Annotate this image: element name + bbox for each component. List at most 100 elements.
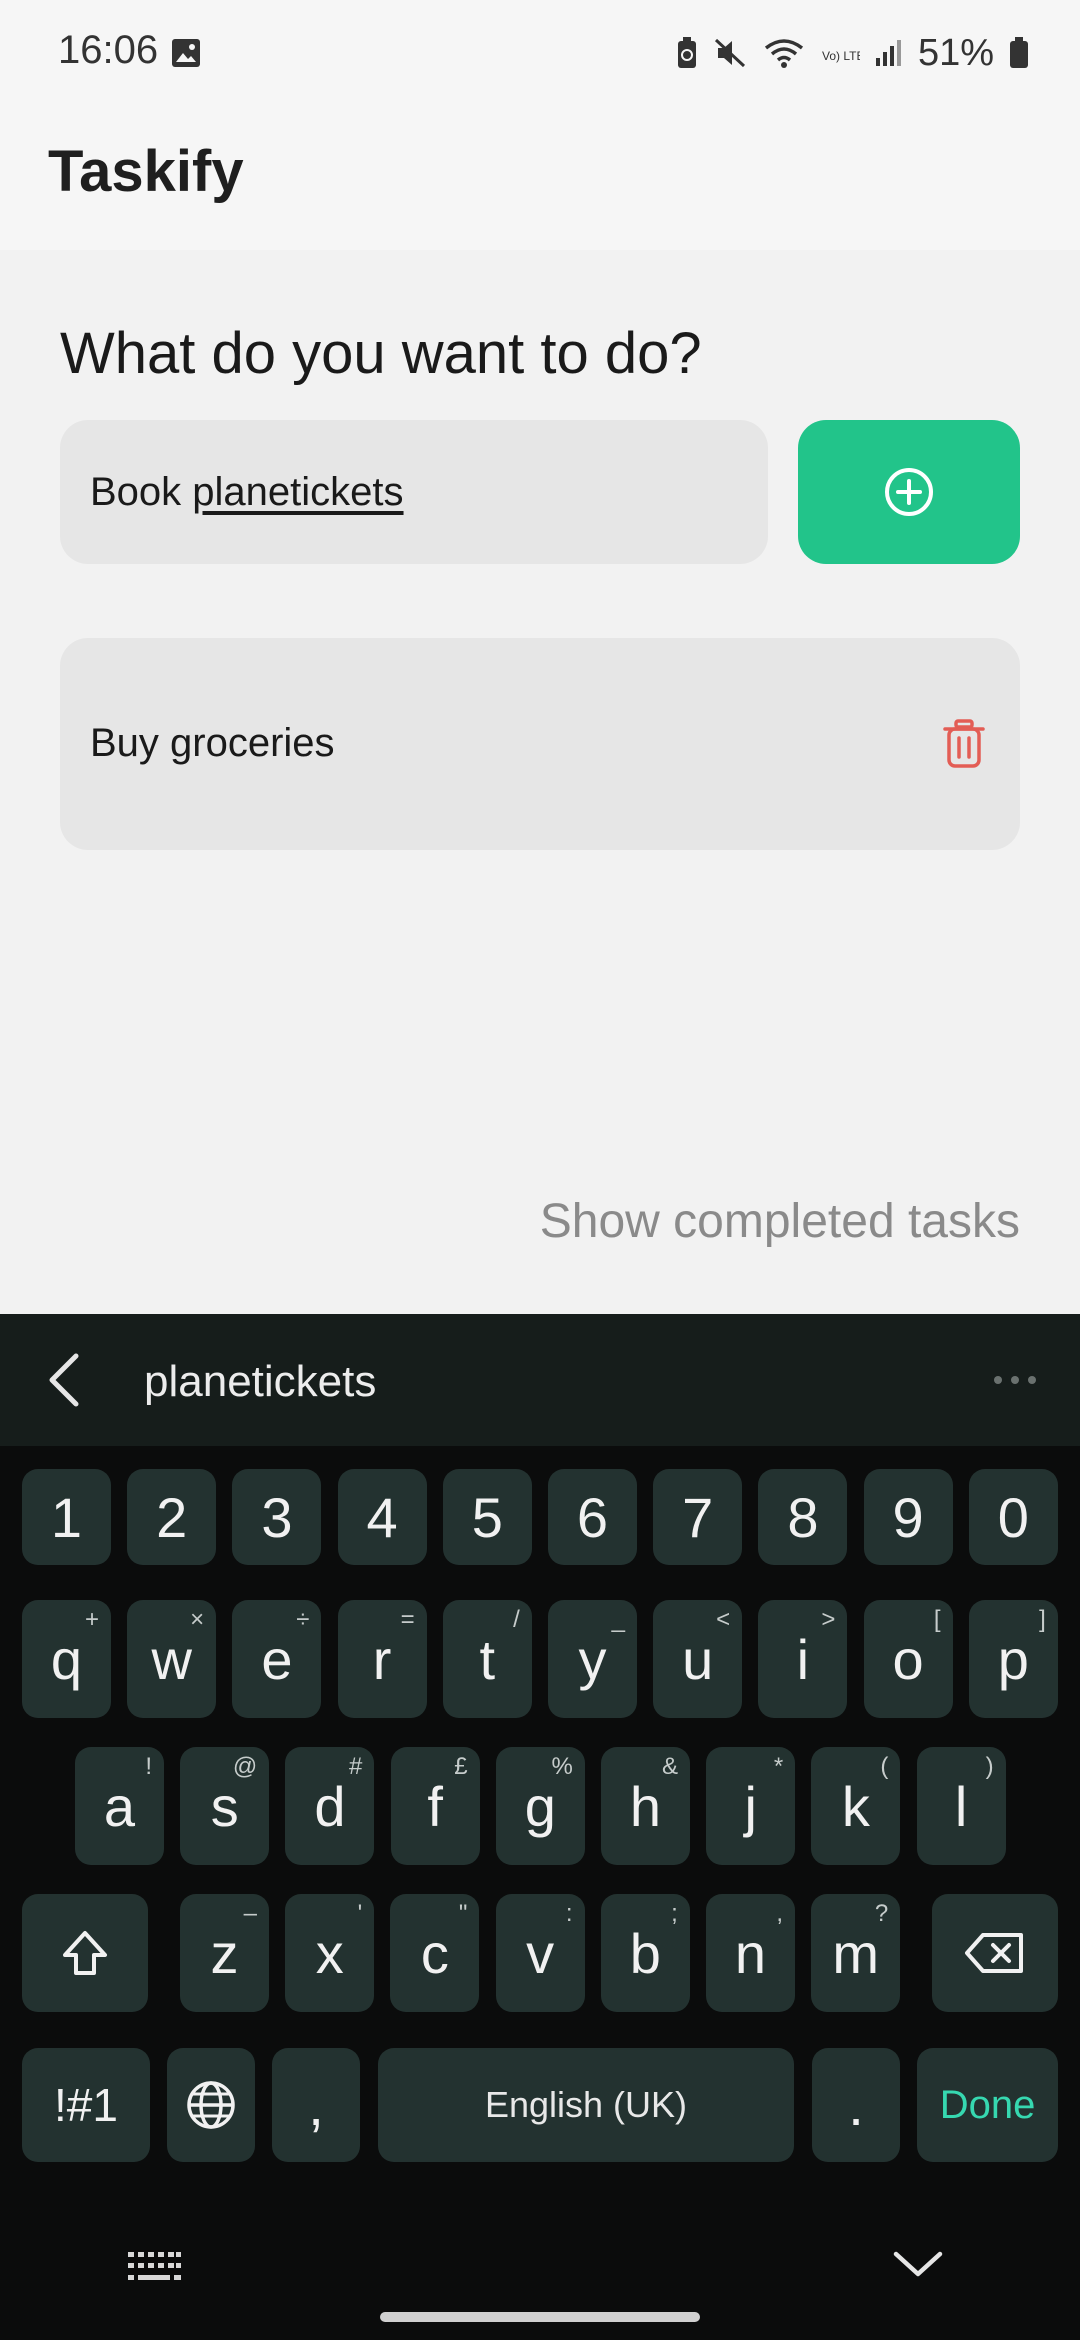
key-h[interactable]: h & — [601, 1747, 690, 1865]
key-y[interactable]: y _ — [548, 1600, 637, 1718]
key-label: 6 — [576, 1485, 609, 1549]
key-f[interactable]: f £ — [390, 1747, 480, 1865]
key-6[interactable]: 6 — [548, 1469, 637, 1565]
task-input[interactable]: Book planetickets — [60, 420, 768, 564]
key-label: m — [832, 1921, 880, 1985]
key-j[interactable]: j * — [706, 1747, 796, 1865]
key-o[interactable]: o[ — [863, 1600, 953, 1718]
home-indicator[interactable] — [380, 2312, 700, 2322]
key-hint: / — [513, 1606, 520, 1633]
key-r[interactable]: r = — [337, 1600, 427, 1718]
key-label: !#1 — [54, 2079, 118, 2131]
key-label: r — [372, 1627, 392, 1691]
key-label: v — [526, 1921, 555, 1985]
key-label: w — [151, 1627, 192, 1691]
done-key[interactable]: Done — [917, 2048, 1058, 2162]
key-l[interactable]: l) — [916, 1747, 1006, 1865]
key-label: g — [524, 1774, 556, 1838]
task-text: Buy groceries — [90, 721, 335, 765]
wifi-icon — [764, 39, 804, 68]
shift-icon — [63, 1931, 107, 1975]
key-a[interactable]: a! — [75, 1747, 164, 1865]
shift-key[interactable] — [22, 1894, 148, 2012]
key-hint: ( — [880, 1753, 889, 1780]
key-8[interactable]: 8 — [758, 1469, 848, 1565]
key-hint: ÷ — [296, 1606, 310, 1633]
trash-icon[interactable] — [938, 718, 990, 770]
key-k[interactable]: k( — [811, 1747, 901, 1865]
more-options-icon[interactable] — [990, 1370, 1040, 1390]
space-key[interactable]: English (UK) — [378, 2048, 794, 2162]
period-key[interactable]: . — [812, 2048, 900, 2162]
key-label: f — [427, 1774, 443, 1838]
key-label: b — [629, 1921, 661, 1985]
key-q[interactable]: q + — [22, 1600, 111, 1718]
key-z[interactable]: z – — [180, 1894, 269, 2012]
key-label: q — [50, 1627, 83, 1691]
battery-percent: 51% — [917, 31, 994, 74]
key-hint: + — [84, 1606, 99, 1633]
key-n[interactable]: n, — [706, 1894, 795, 2012]
input-text: Book — [90, 469, 193, 514]
key-label: s — [210, 1774, 239, 1838]
key-9[interactable]: 9 — [863, 1469, 953, 1565]
backspace-key[interactable] — [932, 1894, 1058, 2012]
key-label: 1 — [50, 1485, 83, 1549]
key-7[interactable]: 7 — [653, 1469, 743, 1565]
globe-icon — [187, 2081, 235, 2129]
key-label: o — [892, 1627, 924, 1691]
key-hint: _ — [611, 1606, 625, 1633]
key-u[interactable]: u < — [653, 1600, 743, 1718]
key-hint: & — [661, 1753, 678, 1780]
key-2[interactable]: 2 — [127, 1469, 217, 1565]
key-0[interactable]: 0 — [968, 1469, 1058, 1565]
symbols-key[interactable]: !#1 — [22, 2048, 150, 2162]
key-4[interactable]: 4 — [337, 1469, 427, 1565]
key-v[interactable]: v: — [495, 1894, 585, 2012]
key-1[interactable]: 1 — [22, 1469, 111, 1565]
signal-icon — [875, 40, 901, 66]
key-w[interactable]: w × — [127, 1600, 217, 1718]
chevron-left-icon[interactable] — [40, 1350, 90, 1410]
key-t[interactable]: t / — [442, 1600, 532, 1718]
keyboard: planetickets 1 2 3 4 5 6 7 8 9 0 q + w × e ÷ r = t / y _ u < i > o… — [0, 1314, 1080, 2340]
status-bar: 16:06 Vo) LTE1 51% — [0, 0, 1080, 110]
add-task-button[interactable] — [798, 420, 1020, 564]
key-hint: ] — [1039, 1606, 1046, 1633]
key-b[interactable]: b; — [600, 1894, 690, 2012]
key-hint: £ — [454, 1753, 468, 1780]
suggestion-word[interactable]: planetickets — [144, 1357, 376, 1407]
key-label: 7 — [682, 1485, 714, 1549]
key-c[interactable]: c " — [390, 1894, 480, 2012]
key-hint: " — [458, 1900, 468, 1927]
key-hint: # — [349, 1753, 363, 1780]
key-label: Done — [939, 2082, 1036, 2127]
language-key[interactable] — [167, 2048, 255, 2162]
task-item[interactable]: Buy groceries — [60, 638, 1020, 850]
key-g[interactable]: g% — [495, 1747, 585, 1865]
key-label: , — [308, 2073, 324, 2137]
key-d[interactable]: d # — [285, 1747, 375, 1865]
key-3[interactable]: 3 — [232, 1469, 322, 1565]
gallery-icon — [172, 39, 200, 67]
key-x[interactable]: x ' — [285, 1894, 375, 2012]
key-label: n — [734, 1921, 767, 1985]
key-label: t — [479, 1627, 496, 1691]
show-completed-link[interactable]: Show completed tasks — [540, 1194, 1020, 1249]
key-m[interactable]: m? — [811, 1894, 901, 2012]
key-hint: = — [400, 1606, 415, 1633]
hide-keyboard-icon[interactable] — [890, 2244, 946, 2284]
key-i[interactable]: i > — [758, 1600, 848, 1718]
key-hint: > — [821, 1606, 836, 1633]
comma-key[interactable]: , — [272, 2048, 360, 2162]
key-5[interactable]: 5 — [442, 1469, 532, 1565]
key-label: 5 — [471, 1485, 503, 1549]
key-label: k — [841, 1774, 870, 1838]
key-e[interactable]: e ÷ — [232, 1600, 322, 1718]
key-hint: : — [565, 1900, 573, 1927]
key-s[interactable]: s @ — [180, 1747, 270, 1865]
key-p[interactable]: p] — [968, 1600, 1058, 1718]
backspace-icon — [965, 1933, 1023, 1973]
key-hint: % — [551, 1753, 573, 1780]
keyboard-switch-icon[interactable] — [126, 2248, 182, 2288]
